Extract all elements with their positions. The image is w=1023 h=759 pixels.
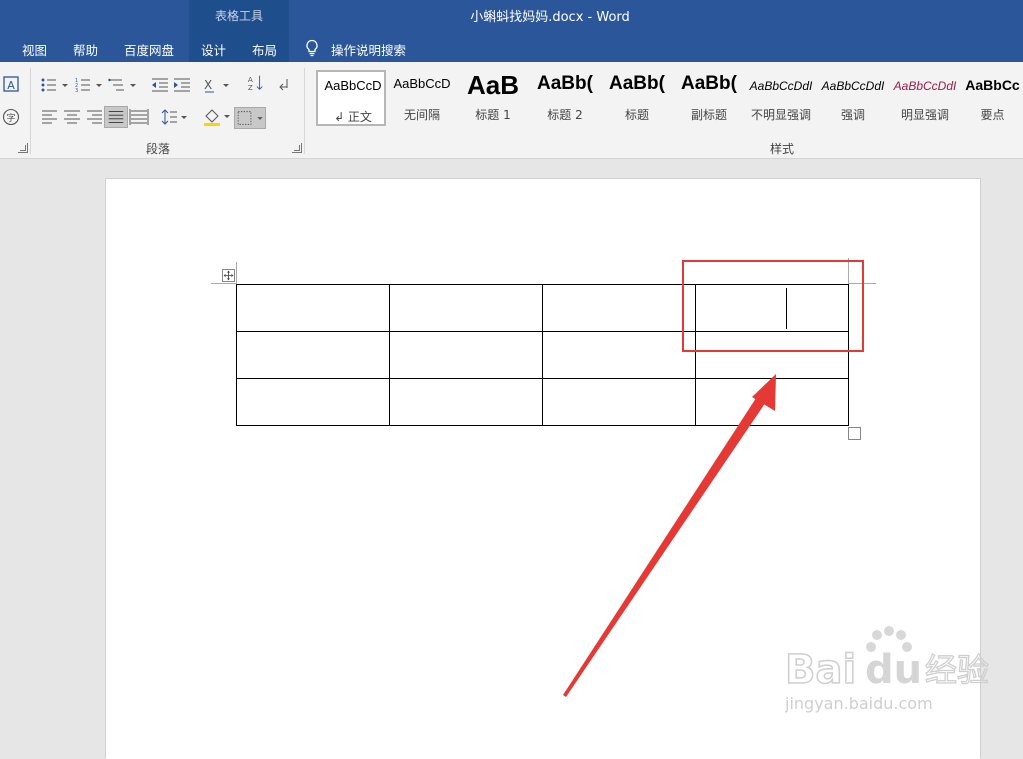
tab-baidu-netdisk[interactable]: 百度网盘 — [124, 40, 174, 59]
svg-text:字: 字 — [6, 112, 15, 124]
style-tile[interactable]: AaBbCcDdI 强调 — [818, 70, 888, 126]
tab-view[interactable]: 视图 — [22, 40, 47, 59]
table-resize-handle[interactable] — [848, 427, 861, 440]
svg-text:经验: 经验 — [925, 651, 989, 689]
tab-layout[interactable]: 布局 — [252, 40, 277, 59]
style-sample-text: AaBbCcD — [324, 78, 382, 93]
style-tile[interactable]: AaB 标题 1 — [458, 70, 528, 126]
paragraph-dialog-launcher[interactable] — [292, 143, 302, 153]
lightbulb-icon[interactable] — [304, 39, 320, 57]
style-name: ↲ 正文 — [334, 110, 372, 124]
decrease-indent-icon[interactable] — [150, 76, 170, 94]
align-center-icon[interactable] — [62, 108, 82, 126]
align-left-icon[interactable] — [40, 108, 60, 126]
multilevel-list-icon[interactable] — [108, 76, 138, 94]
shading-icon[interactable] — [202, 107, 232, 127]
document-title: 小蝌蚪找妈妈.docx - Word — [470, 10, 630, 25]
style-tile[interactable]: AaBbCcDdI 不明显强调 — [746, 70, 816, 126]
style-sample-text: AaB — [466, 70, 519, 100]
style-tile[interactable]: AaBb( 标题 2 — [530, 70, 600, 126]
show-marks-icon[interactable] — [277, 76, 293, 94]
table-cell[interactable] — [695, 378, 849, 426]
style-tile[interactable]: AaBbCcD ↲ 正文 — [316, 70, 386, 126]
sort-icon[interactable]: AZ — [246, 74, 266, 92]
style-tile[interactable]: AaBbCc 要点 — [962, 70, 1023, 126]
svg-text:X: X — [204, 78, 212, 92]
table-cell[interactable] — [236, 331, 390, 379]
phonetic-guide-icon[interactable]: 字 — [2, 108, 20, 126]
style-name: 标题 1 — [475, 108, 511, 122]
style-tile[interactable]: AaBb( 标题 — [602, 70, 672, 126]
style-sample-text: AaBbCcDdI — [893, 79, 957, 93]
ribbon: A 字 123 X AZ 段落 AaBbCcD ↲ 正文 AaBbCcD 无间隔… — [0, 62, 1023, 159]
borders-icon[interactable] — [234, 107, 266, 129]
table-cell[interactable] — [542, 378, 696, 426]
svg-text:A: A — [7, 79, 15, 92]
style-sample-text: AaBb( — [537, 73, 593, 94]
bullets-icon[interactable] — [40, 76, 70, 94]
tab-design[interactable]: 设计 — [201, 40, 226, 59]
font-dialog-launcher[interactable] — [18, 143, 28, 153]
chinese-layout-icon[interactable]: X — [203, 76, 231, 94]
styles-group-label: 样式 — [770, 142, 795, 156]
style-sample-text: AaBbCc — [965, 77, 1020, 93]
style-sample-text: AaBbCcD — [393, 76, 451, 91]
table-cell[interactable] — [389, 331, 543, 379]
table-row — [236, 378, 849, 426]
style-name: 要点 — [980, 108, 1005, 122]
table-cell[interactable] — [542, 284, 696, 332]
svg-text:jingyan.baidu.com: jingyan.baidu.com — [785, 694, 933, 713]
style-sample-text: AaBbCcDdI — [821, 79, 885, 93]
table-move-handle[interactable] — [222, 269, 235, 282]
increase-indent-icon[interactable] — [172, 76, 192, 94]
paragraph-group-label: 段落 — [146, 142, 171, 156]
table-cell[interactable] — [389, 284, 543, 332]
style-sample-text: AaBb( — [681, 73, 737, 94]
style-name: 标题 2 — [547, 108, 583, 122]
style-name: 副标题 — [690, 108, 727, 122]
svg-text:Bai: Bai — [785, 647, 856, 693]
table-cell[interactable] — [236, 284, 390, 332]
svg-text:3: 3 — [75, 88, 78, 94]
table-guide-line — [211, 283, 236, 284]
style-sample-text: AaBb( — [609, 73, 665, 94]
tab-help[interactable]: 帮助 — [73, 40, 98, 59]
table-cell[interactable] — [389, 378, 543, 426]
distributed-icon[interactable] — [129, 108, 149, 126]
numbering-icon[interactable]: 123 — [74, 76, 104, 94]
style-tile[interactable]: AaBbCcDdI 明显强调 — [890, 70, 960, 126]
annotation-highlight-box — [682, 260, 864, 352]
style-name: 不明显强调 — [750, 108, 811, 122]
style-name: 标题 — [624, 108, 649, 122]
style-name: 明显强调 — [900, 108, 949, 122]
text-box-icon[interactable]: A — [3, 76, 19, 92]
baidu-jingyan-watermark-logo: Bai du 经验 jingyan.baidu.com — [785, 626, 990, 713]
style-name: 无间隔 — [403, 108, 440, 122]
align-right-icon[interactable] — [84, 108, 104, 126]
line-spacing-icon[interactable] — [161, 108, 189, 126]
justify-icon[interactable] — [104, 106, 128, 128]
svg-text:du: du — [865, 647, 922, 693]
style-tile[interactable]: AaBb( 副标题 — [674, 70, 744, 126]
style-name: 强调 — [840, 108, 865, 122]
style-sample-text: AaBbCcDdI — [749, 79, 813, 93]
svg-text:Z: Z — [248, 83, 253, 92]
table-guide-line — [236, 262, 237, 284]
style-tile[interactable]: AaBbCcD 无间隔 — [387, 70, 457, 126]
table-cell[interactable] — [236, 378, 390, 426]
tell-me-search[interactable]: 操作说明搜索 — [331, 40, 406, 59]
table-cell[interactable] — [542, 331, 696, 379]
